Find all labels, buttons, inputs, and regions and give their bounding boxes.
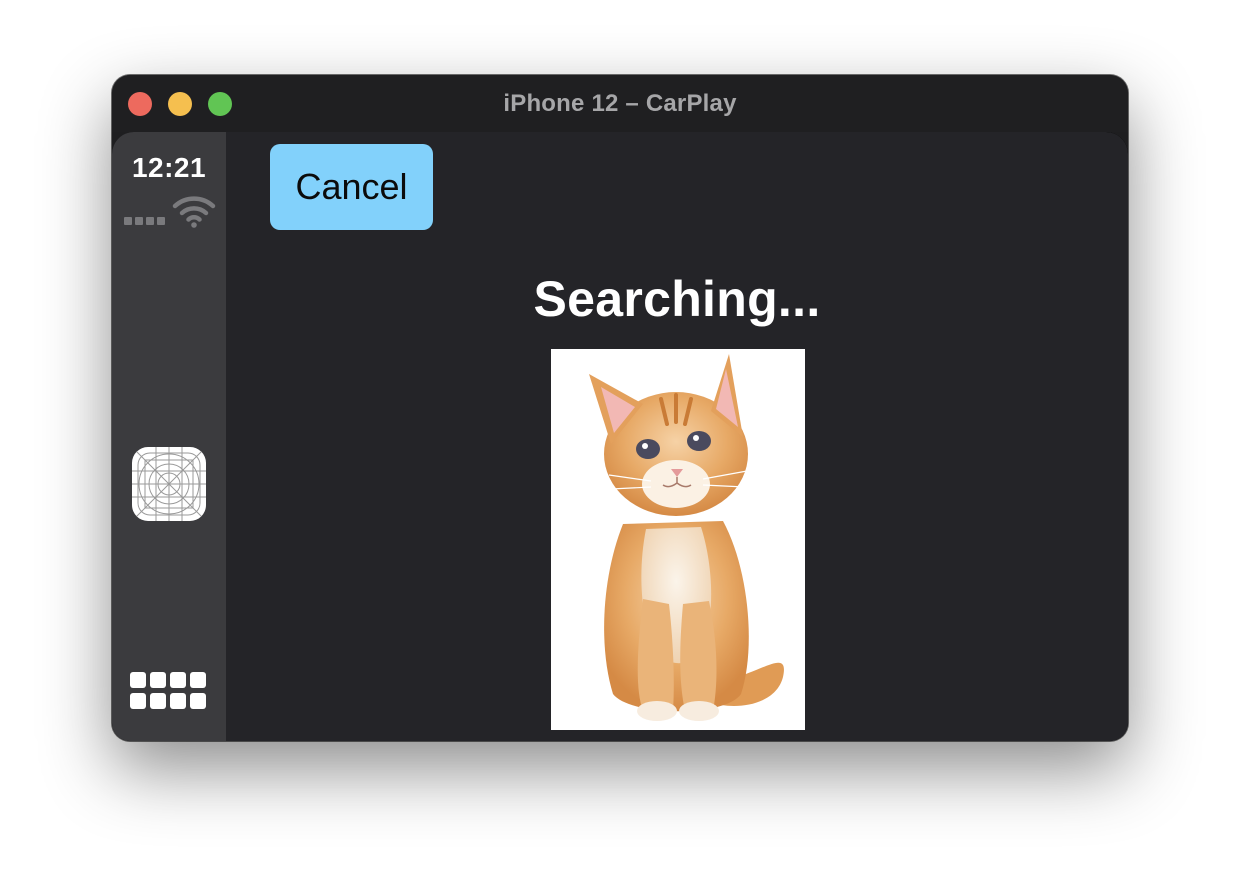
icon-grid-template-icon [132,447,206,521]
kitten-illustration-icon [589,354,784,721]
carplay-sidebar: 12:21 [112,132,226,741]
app-grid-icon[interactable] [130,672,210,712]
searching-heading: Searching... [533,271,821,327]
simulator-window: iPhone 12 – CarPlay 12:21 Cancel Searchi… [112,75,1128,741]
app-icon-template[interactable] [132,447,206,521]
title-bar: iPhone 12 – CarPlay [112,75,1128,132]
kitten-image [551,349,805,730]
cellular-signal-icon [124,217,168,225]
cancel-button[interactable]: Cancel [270,144,433,230]
search-content: Cancel Searching... [226,132,1128,741]
wifi-icon [172,196,216,228]
window-title: iPhone 12 – CarPlay [503,90,737,117]
status-time: 12:21 [131,152,207,183]
carplay-screen: 12:21 Cancel Searching... [112,132,1128,741]
